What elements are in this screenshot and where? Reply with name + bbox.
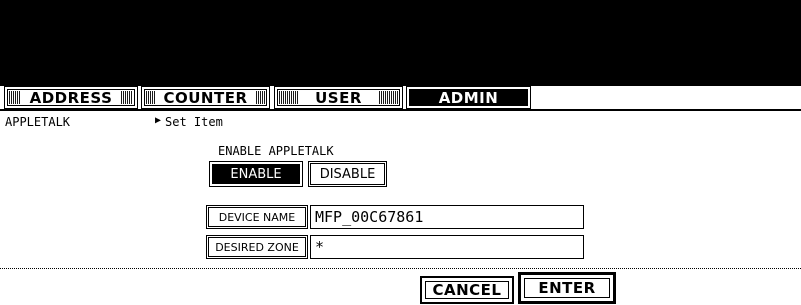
enter-button[interactable]: ENTER [518,272,616,304]
desired-zone-field[interactable]: * [310,235,584,259]
cancel-button[interactable]: CANCEL [420,276,514,304]
tab-address-label: ADDRESS [29,88,113,107]
enter-button-label: ENTER [538,279,596,297]
tab-counter[interactable]: COUNTER [141,86,270,109]
desired-zone-value: * [315,238,325,256]
tab-user-label: USER [315,88,362,107]
tab-admin-label: ADMIN [438,88,499,107]
enable-button-label: ENABLE [230,166,282,182]
disable-button[interactable]: DISABLE [308,161,387,187]
cancel-button-label: CANCEL [432,281,502,299]
tab-underline [0,109,801,111]
section-title: APPLETALK [5,115,71,129]
breadcrumb-item: Set Item [165,115,223,129]
enable-button[interactable]: ENABLE [209,161,303,187]
breadcrumb-arrow-icon: ▶ [155,115,162,126]
desired-zone-button[interactable]: DESIRED ZONE [206,235,308,259]
device-name-field[interactable]: MFP_00C67861 [310,205,584,229]
footer-divider [0,268,801,269]
device-name-button[interactable]: DEVICE NAME [206,205,308,229]
device-name-label: DEVICE NAME [218,210,296,224]
tab-counter-label: COUNTER [163,88,248,107]
disable-button-label: DISABLE [319,166,376,182]
tab-user[interactable]: USER [274,86,403,109]
tab-address[interactable]: ADDRESS [4,86,138,109]
device-name-value: MFP_00C67861 [315,208,424,226]
tab-admin[interactable]: ADMIN [406,86,531,109]
enable-appletalk-title: ENABLE APPLETALK [218,144,334,158]
desired-zone-label: DESIRED ZONE [215,240,299,254]
header-bar [0,0,801,86]
